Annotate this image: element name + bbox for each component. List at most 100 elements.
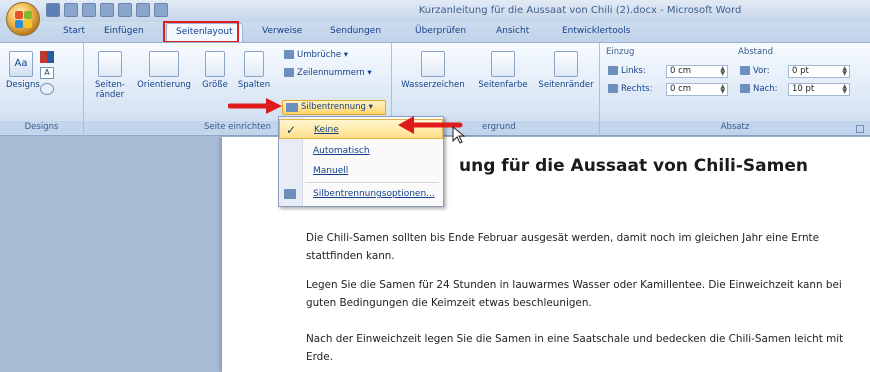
paragraph-1: Die Chili-Samen sollten bis Ende Februar…: [306, 232, 820, 262]
silbentrennung-label: Silbentrennung: [301, 102, 366, 112]
print-preview-icon[interactable]: [136, 3, 150, 17]
checkmark-icon: ✓: [286, 123, 297, 137]
line-numbers-icon: [284, 68, 294, 77]
menu-separator: [305, 182, 439, 183]
menu-item-automatisch[interactable]: Automatisch: [279, 141, 443, 161]
menu-item-silbentrennungsoptionen-label: Silbentrennungsoptionen...: [313, 189, 435, 199]
ribbon-tabs: Start Einfügen Seitenlayout Verweise Sen…: [0, 22, 870, 42]
wasserzeichen-label: Wasserzeichen: [401, 80, 465, 90]
spacing-after-spinner[interactable]: 10 pt ▲ ▼: [788, 83, 850, 96]
window-title: Kurzanleitung für die Aussaat von Chili …: [418, 5, 742, 16]
seitenraender-border-button[interactable]: Seitenränder: [534, 51, 598, 90]
indent-left-icon: [608, 66, 618, 75]
customize-toolbar-icon[interactable]: [154, 3, 168, 17]
columns-icon: [244, 51, 264, 77]
mouse-cursor-icon: [452, 126, 466, 144]
tab-sendungen[interactable]: Sendungen: [330, 26, 381, 36]
seitenraender-border-label: Seitenränder: [538, 80, 594, 90]
undo-icon[interactable]: [64, 3, 78, 17]
spacing-after-icon: [740, 84, 750, 93]
spalten-button[interactable]: Spalten: [234, 51, 274, 90]
office-button[interactable]: [6, 2, 40, 36]
table-icon[interactable]: [118, 3, 132, 17]
new-document-icon[interactable]: [100, 3, 114, 17]
menu-item-automatisch-label: Automatisch: [313, 146, 370, 156]
spacing-before-value: 0 pt: [792, 66, 809, 76]
spacing-before-spinner[interactable]: 0 pt ▲ ▼: [788, 65, 850, 78]
page-borders-icon: [554, 51, 578, 77]
margins-icon: [98, 51, 122, 77]
indent-left-value: 0 cm: [670, 66, 692, 76]
nach-label: Nach:: [753, 84, 778, 94]
dialog-launcher-icon[interactable]: [856, 125, 864, 133]
links-label: Links:: [621, 66, 646, 76]
einzug-label: Einzug: [606, 47, 635, 57]
group-absatz: Einzug Abstand Links: 0 cm ▲ ▼ Rechts: 0 c…: [600, 43, 870, 136]
indent-left-spinner[interactable]: 0 cm ▲ ▼: [666, 65, 728, 78]
vor-label: Vor:: [753, 66, 770, 76]
zeilennummern-button[interactable]: Zeilennummern ▾: [284, 67, 372, 80]
groesse-button[interactable]: Größe: [198, 51, 232, 90]
breaks-icon: [284, 50, 294, 59]
silbentrennung-button[interactable]: Silbentrennung ▾: [282, 100, 386, 115]
tab-verweise[interactable]: Verweise: [262, 26, 302, 36]
spalten-label: Spalten: [237, 80, 271, 90]
hyphenation-options-icon: [284, 189, 296, 199]
menu-item-manuell-label: Manuell: [313, 166, 349, 176]
design-colors-icon[interactable]: [40, 51, 54, 63]
indent-right-row: Rechts:: [608, 83, 652, 96]
umbrueche-button[interactable]: Umbrüche ▾: [284, 49, 348, 62]
title-bar: Kurzanleitung für die Aussaat von Chili …: [0, 0, 870, 22]
groesse-label: Größe: [202, 80, 228, 90]
designs-button[interactable]: Aa Designs: [6, 51, 40, 90]
hyphenation-icon: [286, 103, 298, 112]
designs-button-label: Designs: [6, 80, 40, 90]
tab-ansicht[interactable]: Ansicht: [496, 26, 529, 36]
tab-entwicklertools[interactable]: Entwicklertools: [562, 26, 630, 36]
document-heading: ung für die Aussaat von Chili-Samen: [459, 156, 808, 176]
spacing-before-row: Vor:: [740, 65, 770, 78]
spacing-after-value: 10 pt: [792, 84, 815, 94]
wasserzeichen-button[interactable]: Wasserzeichen: [396, 51, 470, 90]
paragraph-2: Legen Sie die Samen für 24 Stunden in la…: [306, 279, 842, 309]
spacing-before-icon: [740, 66, 750, 75]
tab-ueberpruefen[interactable]: Überprüfen: [415, 26, 466, 36]
redo-icon[interactable]: [82, 3, 96, 17]
indent-right-icon: [608, 84, 618, 93]
menu-item-manuell[interactable]: Manuell: [279, 161, 443, 181]
zeilennummern-label: Zeilennummern: [297, 68, 365, 78]
seitenraender-label: Seiten- ränder: [94, 80, 125, 100]
group-label-designs: Designs: [0, 121, 83, 134]
designs-icon: Aa: [9, 51, 33, 77]
tab-highlight-box: [163, 21, 239, 43]
orientierung-button[interactable]: Orientierung: [132, 51, 196, 90]
orientierung-label: Orientierung: [137, 80, 191, 90]
seitenfarbe-button[interactable]: Seitenfarbe: [472, 51, 534, 90]
seitenfarbe-label: Seitenfarbe: [478, 80, 528, 90]
tab-start[interactable]: Start: [63, 26, 85, 36]
seitenraender-button[interactable]: Seiten- ränder: [90, 51, 130, 100]
watermark-icon: [421, 51, 445, 77]
office-logo-icon: [15, 11, 32, 28]
orientation-icon: [149, 51, 179, 77]
group-designs: Aa Designs A Designs: [0, 43, 84, 136]
abstand-label: Abstand: [738, 47, 773, 57]
page-color-icon: [491, 51, 515, 77]
design-effects-icon[interactable]: [40, 83, 54, 95]
save-icon[interactable]: [46, 3, 60, 17]
tab-einfuegen[interactable]: Einfügen: [104, 26, 144, 36]
design-fonts-icon[interactable]: A: [40, 67, 54, 79]
menu-item-keine-label: Keine: [314, 125, 339, 135]
umbrueche-label: Umbrüche: [297, 50, 342, 60]
indent-left-row: Links:: [608, 65, 646, 78]
size-icon: [205, 51, 225, 77]
red-arrow-right-icon: [228, 98, 282, 114]
spacing-after-row: Nach:: [740, 83, 778, 96]
menu-item-silbentrennungsoptionen[interactable]: Silbentrennungsoptionen...: [279, 184, 443, 204]
paragraph-3: Nach der Einweichzeit legen Sie die Same…: [306, 333, 844, 363]
group-label-absatz: Absatz: [600, 121, 870, 134]
quick-access-toolbar: [46, 3, 168, 17]
rechts-label: Rechts:: [621, 84, 653, 94]
indent-right-spinner[interactable]: 0 cm ▲ ▼: [666, 83, 728, 96]
indent-right-value: 0 cm: [670, 84, 692, 94]
